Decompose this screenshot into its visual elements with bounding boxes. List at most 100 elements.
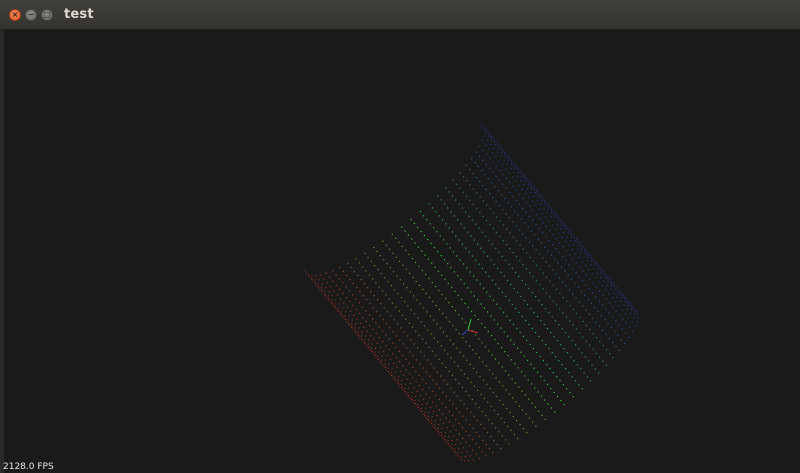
cloud-point	[332, 304, 334, 307]
cloud-point	[483, 135, 485, 137]
cloud-point	[524, 179, 526, 182]
cloud-point	[494, 358, 497, 360]
cloud-point	[537, 238, 539, 240]
cloud-point	[400, 297, 402, 299]
cloud-point	[496, 323, 499, 325]
cloud-point	[364, 252, 366, 255]
cloud-point	[403, 374, 405, 377]
cloud-point	[476, 243, 479, 245]
cloud-point	[574, 380, 577, 382]
cloud-point	[429, 315, 431, 317]
cloud-point	[594, 306, 596, 309]
cloud-point	[577, 244, 579, 246]
cloud-point	[373, 295, 375, 297]
cloud-point	[423, 355, 425, 357]
cloud-point	[447, 353, 449, 355]
cloud-point	[582, 246, 585, 249]
cloud-point	[555, 238, 557, 240]
cloud-point	[499, 146, 501, 148]
cloud-point	[499, 399, 501, 402]
cloud-point	[488, 275, 490, 277]
cloud-point	[551, 351, 553, 354]
cloud-point	[431, 207, 434, 209]
cloud-point	[536, 371, 539, 373]
cloud-point	[439, 235, 441, 237]
cloud-point	[558, 277, 561, 279]
cloud-point	[617, 292, 619, 294]
cloud-point	[531, 200, 534, 202]
cloud-point	[442, 331, 445, 333]
cloud-point	[517, 171, 519, 174]
cloud-point	[328, 276, 331, 278]
cloud-point	[630, 305, 632, 307]
cloud-point	[594, 264, 596, 266]
cloud-point	[334, 303, 336, 305]
cloud-point	[556, 375, 558, 378]
cloud-point	[498, 179, 501, 181]
cloud-point	[440, 375, 442, 377]
cloud-point	[486, 431, 489, 434]
cloud-point	[540, 196, 542, 199]
cloud-point	[410, 395, 413, 398]
cloud-point	[472, 275, 475, 277]
cloud-point	[518, 229, 521, 231]
cloud-point	[437, 427, 439, 430]
cloud-point	[531, 327, 533, 330]
cloud-point	[411, 391, 413, 394]
cloud-point	[455, 429, 457, 431]
cloud-point	[519, 260, 521, 262]
cloud-point	[546, 363, 548, 366]
cloud-point	[515, 189, 518, 192]
cloud-point	[488, 447, 491, 450]
cloud-point	[508, 443, 510, 445]
cloud-point	[479, 145, 481, 147]
cloud-point	[626, 308, 628, 310]
cloud-point	[445, 395, 448, 397]
cloud-point	[370, 260, 372, 263]
cloud-point	[582, 320, 584, 323]
point-cloud	[304, 124, 639, 462]
cloud-point	[450, 211, 452, 213]
cloud-point	[598, 281, 600, 283]
cloud-point	[548, 347, 550, 350]
cloud-point	[431, 281, 433, 284]
cloud-point	[381, 290, 384, 292]
cloud-point	[495, 427, 497, 429]
cloud-point	[550, 387, 552, 390]
cloud-point	[509, 411, 511, 414]
cloud-point	[528, 196, 530, 198]
cloud-point	[486, 311, 489, 313]
cloud-point	[437, 270, 440, 272]
cloud-point	[385, 323, 388, 325]
cloud-point	[338, 303, 340, 305]
cloud-point	[515, 256, 518, 258]
cloud-point	[606, 284, 608, 286]
cloud-point	[581, 260, 583, 263]
cloud-point	[556, 340, 559, 342]
cloud-point	[309, 276, 311, 278]
cloud-point	[538, 208, 540, 210]
cloud-point	[425, 342, 427, 344]
cloud-point	[485, 271, 487, 273]
cloud-point	[567, 232, 569, 234]
cloud-point	[387, 367, 389, 369]
cloud-point	[625, 332, 627, 334]
cloud-point	[509, 232, 511, 234]
cloud-point	[395, 335, 398, 337]
cloud-point	[413, 313, 416, 315]
cloud-point	[464, 456, 467, 458]
cloud-point	[602, 294, 604, 296]
cloud-point	[605, 333, 607, 336]
cloud-point	[518, 386, 520, 388]
cloud-point	[407, 234, 410, 236]
cloud-point	[519, 331, 521, 334]
cloud-point	[481, 267, 484, 269]
cloud-point	[618, 324, 620, 326]
cloud-point	[508, 374, 510, 376]
cloud-point	[588, 288, 590, 290]
cloud-point	[387, 370, 389, 373]
cloud-point	[485, 415, 487, 417]
cloud-point	[608, 293, 610, 295]
cloud-point	[532, 260, 534, 262]
cloud-point	[527, 183, 529, 186]
